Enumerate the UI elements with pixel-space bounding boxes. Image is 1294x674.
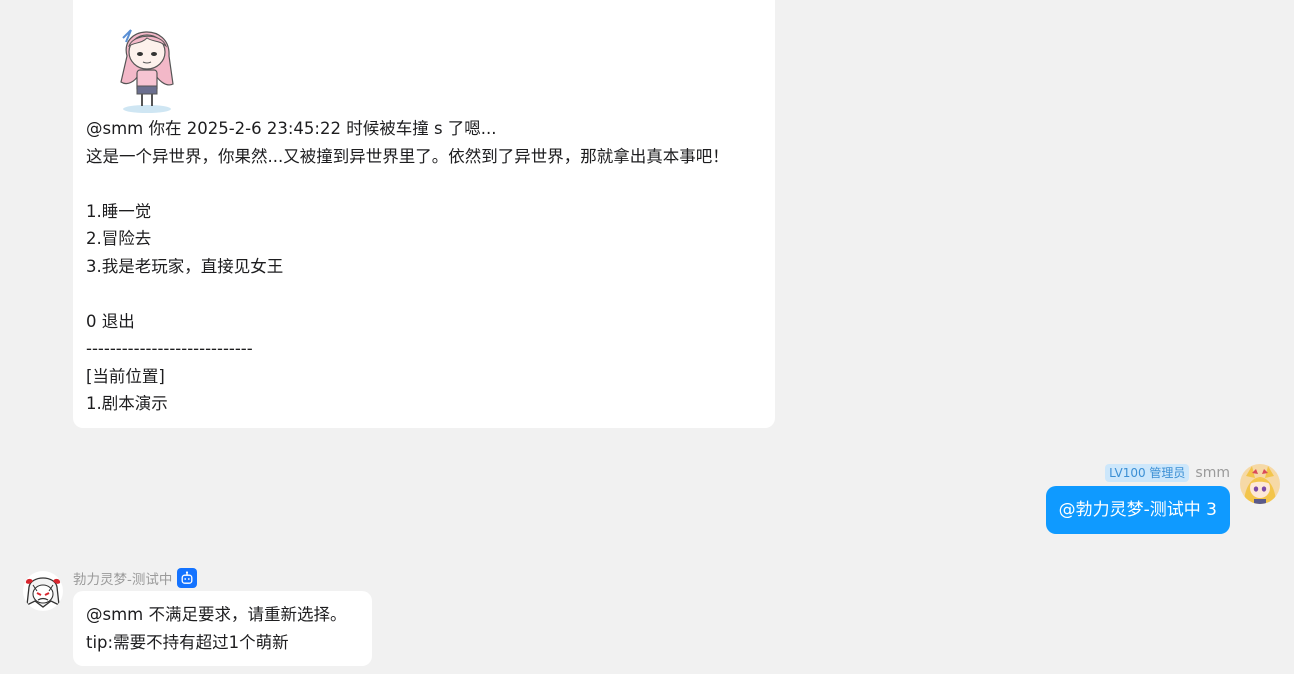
message-line: 2.冒险去: [86, 229, 152, 248]
user-message-bubble: @勃力灵梦-测试中 3: [1045, 486, 1230, 534]
message-line: tip:需要不持有超过1个萌新: [86, 632, 289, 652]
bot-message-header: 勃力灵梦-测试中: [73, 568, 198, 588]
message-line: [86, 170, 766, 198]
user-message-header: LV100 管理员 smm: [1105, 463, 1230, 483]
user-level-badge: LV100 管理员: [1105, 464, 1190, 482]
message-line: 这是一个异世界，你果然...又被撞到异世界里了。依然到了异世界，那就拿出真本事吧…: [86, 146, 729, 166]
bot-story-text: @smm 你在 2025-2-6 23:45:22 时候被车撞 s 了嗯... 这…: [86, 115, 766, 418]
anime-girl-sticker: [120, 29, 174, 113]
bot-story-bubble: @smm 你在 2025-2-6 23:45:22 时候被车撞 s 了嗯... 这…: [73, 0, 775, 428]
bot-avatar-icon[interactable]: [23, 571, 63, 611]
message-line: 0 退出: [86, 311, 135, 331]
message-line: 1.睡一觉: [86, 201, 152, 221]
message-line: 1.剧本演示: [86, 394, 168, 413]
message-line: ----------------------------: [86, 339, 253, 358]
bot-reply-bubble: @smm 不满足要求，请重新选择。 tip:需要不持有超过1个萌新: [73, 591, 372, 666]
message-line: @smm 不满足要求，请重新选择。: [86, 605, 347, 624]
bot-reply-text: @smm 不满足要求，请重新选择。 tip:需要不持有超过1个萌新: [86, 601, 347, 656]
user-avatar-icon[interactable]: [1240, 464, 1280, 504]
message-line: @smm 你在 2025-2-6 23:45:22 时候被车撞 s 了嗯...: [86, 119, 497, 138]
message-line: 3.我是老玩家，直接见女王: [86, 256, 284, 276]
message-line: [86, 280, 766, 308]
user-name[interactable]: smm: [1195, 465, 1230, 481]
bot-name[interactable]: 勃力灵梦-测试中: [73, 568, 172, 588]
bot-robot-icon: [177, 568, 198, 588]
message-line: [当前位置]: [86, 366, 165, 386]
